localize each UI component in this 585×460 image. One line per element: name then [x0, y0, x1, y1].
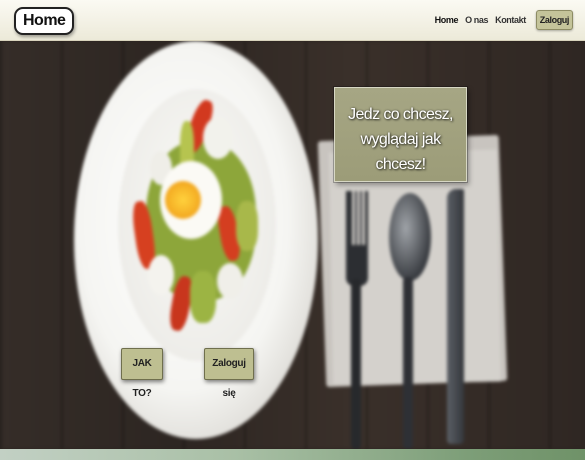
- slogan-line-2: wyglądaj jak chcesz!: [360, 131, 442, 173]
- fork-tine-gap: [362, 187, 365, 245]
- salad-cucumber: [190, 271, 216, 323]
- hero-background-photo: [0, 41, 585, 449]
- fork-tine-gap: [352, 187, 355, 245]
- nav-link-about[interactable]: O nas: [465, 15, 488, 25]
- hero-slogan-box: Jedz co chcesz, wyglądaj jak chcesz!: [334, 87, 467, 182]
- knife: [447, 189, 464, 444]
- nav-link-home[interactable]: Home: [435, 15, 459, 25]
- fork-handle: [351, 279, 361, 449]
- salad-mozzarella: [148, 255, 174, 295]
- nav-links: Home O nas Kontakt Zaloguj: [428, 10, 573, 30]
- salad-mozzarella: [217, 263, 243, 299]
- home-logo-button[interactable]: Home: [14, 7, 75, 35]
- nav-login-button[interactable]: Zaloguj: [535, 10, 573, 30]
- spoon-head: [389, 193, 431, 281]
- top-navbar: Home Home O nas Kontakt Zaloguj: [0, 0, 585, 41]
- how-it-works-button[interactable]: JAK TO?: [121, 348, 163, 399]
- fork-tine-gap: [357, 187, 360, 245]
- nav-link-contact[interactable]: Kontakt: [495, 15, 526, 25]
- salad-cucumber: [236, 201, 258, 251]
- salad-mozzarella: [203, 117, 233, 159]
- footer-strip: [0, 449, 585, 460]
- hero-section: Jedz co chcesz, wyglądaj jak chcesz! JAK…: [0, 41, 585, 449]
- fried-egg-yolk: [165, 181, 201, 219]
- slogan-line-1: Jedz co chcesz,: [348, 106, 453, 123]
- hero-login-button[interactable]: Zaloguj się: [204, 348, 254, 399]
- spoon-handle: [403, 277, 413, 449]
